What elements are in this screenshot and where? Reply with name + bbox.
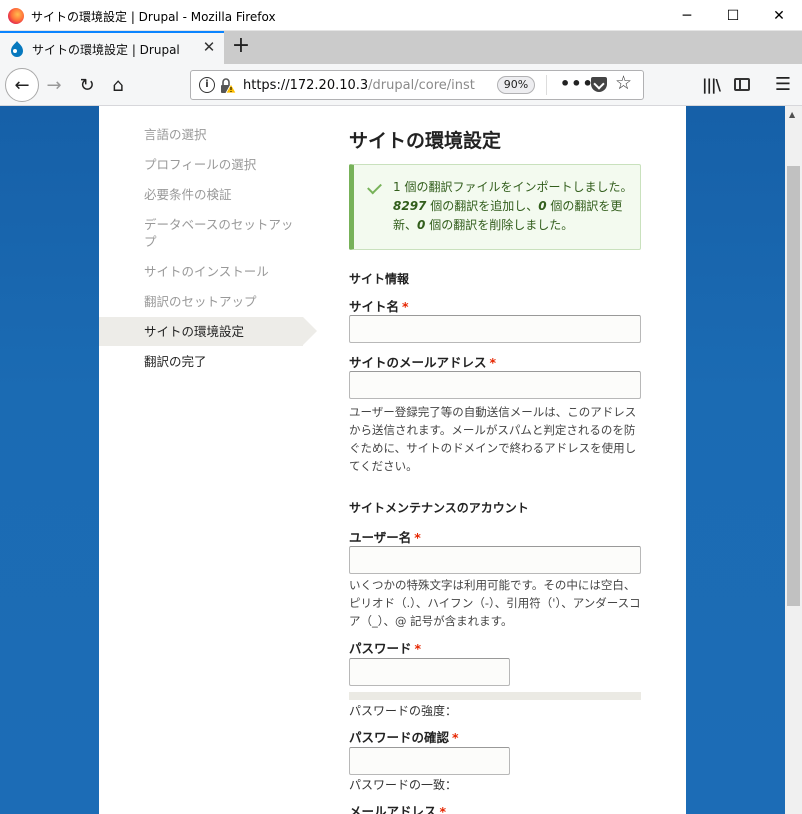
scroll-up-arrow-icon[interactable]: ▲	[789, 110, 795, 119]
required-marker: *	[402, 299, 409, 314]
username-label: ユーザー名 *	[349, 530, 421, 545]
step-database: データベースのセットアップ	[144, 217, 294, 249]
account-heading: サイトメンテナンスのアカウント	[349, 501, 529, 515]
password-strength-bar	[349, 692, 641, 700]
step-configure-site: サイトの環境設定	[99, 317, 317, 346]
password-strength-label: パスワードの強度：	[349, 704, 458, 718]
window-title: サイトの環境設定 | Drupal - Mozilla Firefox	[31, 10, 276, 24]
step-language: 言語の選択	[144, 127, 207, 142]
site-name-input[interactable]	[349, 315, 641, 343]
check-icon	[367, 179, 382, 195]
url-host: https://172.20.10.3	[243, 78, 369, 93]
password-label: パスワード *	[349, 641, 422, 656]
home-button[interactable]: ⌂	[103, 71, 133, 99]
step-requirements: 必要条件の検証	[144, 187, 232, 202]
close-window-button[interactable]: ✕	[756, 0, 802, 31]
status-message: 1 個の翻訳ファイルをインポートしました。8297 個の翻訳を追加し、0 個の翻…	[349, 164, 641, 250]
insecure-lock-icon	[221, 78, 237, 94]
site-mail-label: サイトのメールアドレス *	[349, 355, 497, 370]
pocket-icon[interactable]	[591, 77, 607, 92]
step-install-site: サイトのインストール	[144, 264, 269, 279]
status-message-text: 1 個の翻訳ファイルをインポートしました。8297 個の翻訳を追加し、0 個の翻…	[393, 180, 633, 232]
step-translation-setup: 翻訳のセットアップ	[144, 294, 257, 309]
navigation-toolbar: ← → ↻ ⌂ i https://172.20.10.3/drupal/cor…	[0, 64, 802, 106]
tab-close-button[interactable]: ✕	[200, 38, 218, 56]
required-marker: *	[452, 730, 459, 745]
url-text[interactable]: https://172.20.10.3/drupal/core/inst	[243, 78, 483, 93]
password-match-label: パスワードの一致：	[349, 778, 458, 792]
step-translation-finish: 翻訳の完了	[144, 354, 207, 369]
page-viewport: 言語の選択 プロフィールの選択 必要条件の検証 データベースのセットアップ サイ…	[0, 106, 785, 814]
library-icon[interactable]: |||\	[700, 75, 722, 97]
required-marker: *	[489, 355, 497, 370]
installer-card: 言語の選択 プロフィールの選択 必要条件の検証 データベースのセットアップ サイ…	[99, 106, 686, 814]
drupal-drop-icon	[11, 41, 23, 57]
firefox-logo-icon	[8, 8, 24, 24]
page-title: サイトの環境設定	[349, 130, 502, 152]
site-name-label: サイト名 *	[349, 299, 409, 314]
new-tab-button[interactable]: +	[229, 35, 253, 59]
required-marker: *	[414, 641, 422, 656]
username-description: いくつかの特殊文字は利用可能です。その中には空白、ピリオド（.）、ハイフン（-）…	[349, 578, 641, 628]
window-titlebar: サイトの環境設定 | Drupal - Mozilla Firefox ─ ☐ …	[0, 0, 802, 31]
site-mail-input[interactable]	[349, 371, 641, 399]
minimize-button[interactable]: ─	[664, 0, 710, 31]
scrollbar-thumb[interactable]	[787, 166, 800, 606]
required-marker: *	[439, 804, 447, 814]
urlbar-divider	[546, 75, 547, 95]
required-marker: *	[414, 530, 421, 545]
url-path: /drupal/core/inst	[368, 78, 475, 93]
page-scrollbar[interactable]: ▲	[785, 106, 802, 814]
info-icon[interactable]: i	[199, 77, 215, 93]
username-input[interactable]	[349, 546, 641, 574]
site-info-heading: サイト情報	[349, 272, 410, 286]
reload-button[interactable]: ↻	[72, 71, 102, 99]
url-bar[interactable]: i https://172.20.10.3/drupal/core/inst 9…	[190, 70, 644, 100]
hamburger-menu-icon[interactable]: ☰	[772, 75, 794, 97]
tab-title: サイトの環境設定 | Drupal	[32, 43, 180, 57]
bookmark-star-icon[interactable]: ☆	[615, 72, 632, 94]
back-button[interactable]: ←	[5, 68, 39, 102]
install-steps-list: 言語の選択 プロフィールの選択 必要条件の検証 データベースのセットアップ サイ…	[99, 126, 319, 370]
tab-strip: サイトの環境設定 | Drupal ✕ +	[0, 31, 802, 64]
password-input[interactable]	[349, 658, 510, 686]
account-email-label: メールアドレス *	[349, 801, 446, 814]
password-confirm-label: パスワードの確認 *	[349, 730, 459, 745]
tab-site-settings[interactable]: サイトの環境設定 | Drupal ✕	[0, 31, 224, 64]
forward-button[interactable]: →	[39, 71, 69, 99]
zoom-indicator[interactable]: 90%	[497, 76, 535, 94]
step-profile: プロフィールの選択	[144, 157, 257, 172]
sidebar-toggle-icon[interactable]	[731, 75, 753, 97]
page-actions-more-icon[interactable]: •••	[560, 74, 594, 93]
password-confirm-input[interactable]	[349, 747, 510, 775]
maximize-button[interactable]: ☐	[710, 0, 756, 31]
site-mail-description: ユーザー登録完了等の自動送信メールは、このアドレスから送信されます。メールがスパ…	[349, 405, 637, 473]
